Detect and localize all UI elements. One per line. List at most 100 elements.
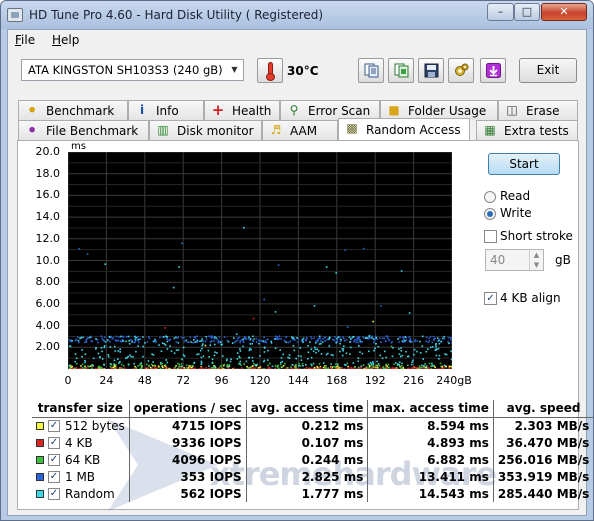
x-tick-label: 144: [287, 374, 309, 387]
data-point: [398, 361, 401, 363]
maximize-button[interactable]: □: [514, 3, 540, 21]
series-checkbox[interactable]: ✓: [48, 488, 60, 500]
data-point: [368, 367, 370, 369]
series-checkbox[interactable]: ✓: [48, 471, 60, 483]
data-point: [209, 368, 211, 369]
data-point: [274, 367, 277, 369]
spin-down-icon[interactable]: ▼: [529, 260, 543, 270]
data-point: [166, 338, 168, 340]
data-point: [78, 341, 80, 344]
align-label[interactable]: 4 KB align: [500, 291, 561, 305]
data-point: [245, 337, 248, 340]
data-point: [353, 340, 356, 343]
tab-disk-monitor[interactable]: ▥ Disk monitor: [149, 120, 262, 140]
temperature-button[interactable]: [257, 58, 283, 83]
data-point: [435, 354, 438, 357]
data-point: [368, 335, 370, 338]
tab-random-access[interactable]: ▩ Random Access: [338, 118, 470, 140]
data-point: [69, 366, 71, 369]
data-point: [103, 345, 106, 347]
data-point: [223, 363, 225, 366]
tab-error-scan[interactable]: ⚲ Error Scan: [280, 100, 380, 120]
data-point: [409, 339, 411, 341]
x-tick-label: 240gB: [436, 374, 472, 387]
tab-file-benchmark[interactable]: ⚫ File Benchmark: [18, 120, 149, 140]
options-button[interactable]: [448, 58, 474, 83]
spin-up-icon[interactable]: ▲: [529, 250, 543, 260]
read-radio[interactable]: [484, 191, 496, 203]
data-point: [450, 338, 452, 341]
data-point: [249, 343, 251, 345]
data-point: [451, 341, 452, 344]
save-button[interactable]: [418, 58, 444, 83]
data-point: [333, 339, 335, 341]
data-point: [274, 365, 277, 367]
tab-aam[interactable]: ♬ AAM: [262, 120, 338, 140]
data-point: [113, 359, 116, 362]
data-point: [419, 340, 421, 343]
data-point: [293, 367, 296, 369]
short-stroke-label[interactable]: Short stroke: [500, 229, 573, 243]
data-point: [74, 353, 77, 355]
data-point: [318, 363, 321, 365]
tab-erase[interactable]: ◫ Erase: [498, 100, 578, 120]
title-bar[interactable]: HD Tune Pro 4.60 - Hard Disk Utility ( R…: [1, 1, 593, 29]
data-point: [252, 362, 255, 365]
align-checkbox[interactable]: ✓: [484, 292, 497, 305]
short-stroke-unit: gB: [555, 253, 571, 267]
start-button[interactable]: Start: [488, 153, 560, 175]
menu-help[interactable]: Help: [52, 33, 79, 47]
series-checkbox[interactable]: ✓: [48, 437, 60, 449]
data-point: [277, 367, 280, 369]
series-checkbox[interactable]: ✓: [48, 420, 60, 433]
avg-speed-cell: 256.016 MB/s: [492, 451, 593, 468]
data-point: [239, 350, 242, 352]
short-stroke-checkbox[interactable]: [484, 230, 497, 243]
copy-screenshot-button[interactable]: [388, 58, 414, 83]
data-point: [86, 337, 88, 340]
data-point: [266, 338, 269, 341]
write-radio[interactable]: [484, 208, 496, 220]
data-point: [345, 352, 348, 355]
minimize-button[interactable]: –: [487, 3, 514, 21]
series-color-swatch: [36, 422, 44, 431]
data-point: [165, 359, 168, 361]
data-point: [181, 358, 183, 361]
data-point: [205, 367, 208, 369]
short-stroke-spinner[interactable]: 40 ▲ ▼: [485, 249, 544, 271]
read-label[interactable]: Read: [500, 189, 530, 203]
data-point: [75, 357, 78, 360]
data-point: [106, 339, 109, 342]
avg-speed-cell: 36.470 MB/s: [492, 434, 593, 451]
data-point: [188, 341, 190, 343]
data-point: [151, 353, 153, 355]
data-point: [385, 356, 387, 359]
series-checkbox[interactable]: ✓: [48, 454, 60, 466]
tab-benchmark[interactable]: ⚫ Benchmark: [18, 100, 128, 120]
tab-extra-tests[interactable]: ▦ Extra tests: [476, 120, 578, 140]
copy-text-button[interactable]: [358, 58, 384, 83]
download-button[interactable]: [480, 58, 506, 83]
drive-select[interactable]: ATA KINGSTON SH103S3 (240 gB) ▼: [21, 59, 244, 81]
data-point: [153, 368, 156, 369]
column-header: transfer size: [32, 400, 130, 418]
tab-health[interactable]: + Health: [204, 100, 280, 120]
menu-file[interactable]: File: [15, 33, 35, 47]
exit-button[interactable]: Exit: [519, 58, 577, 83]
data-point: [146, 341, 149, 343]
data-point: [368, 364, 371, 367]
close-button[interactable]: ✕: [541, 3, 587, 21]
write-label[interactable]: Write: [500, 206, 532, 220]
data-point: [188, 368, 190, 369]
data-point: [104, 263, 107, 265]
data-point: [302, 341, 304, 343]
data-point: [164, 344, 167, 346]
tab-info[interactable]: i Info: [128, 100, 204, 120]
data-point: [310, 335, 312, 338]
data-point: [388, 366, 390, 369]
data-point: [81, 367, 84, 369]
data-point: [318, 343, 321, 345]
chevron-down-icon[interactable]: ▼: [226, 60, 243, 80]
tab-folder-usage[interactable]: ■ Folder Usage: [380, 100, 498, 120]
data-point: [239, 360, 242, 363]
